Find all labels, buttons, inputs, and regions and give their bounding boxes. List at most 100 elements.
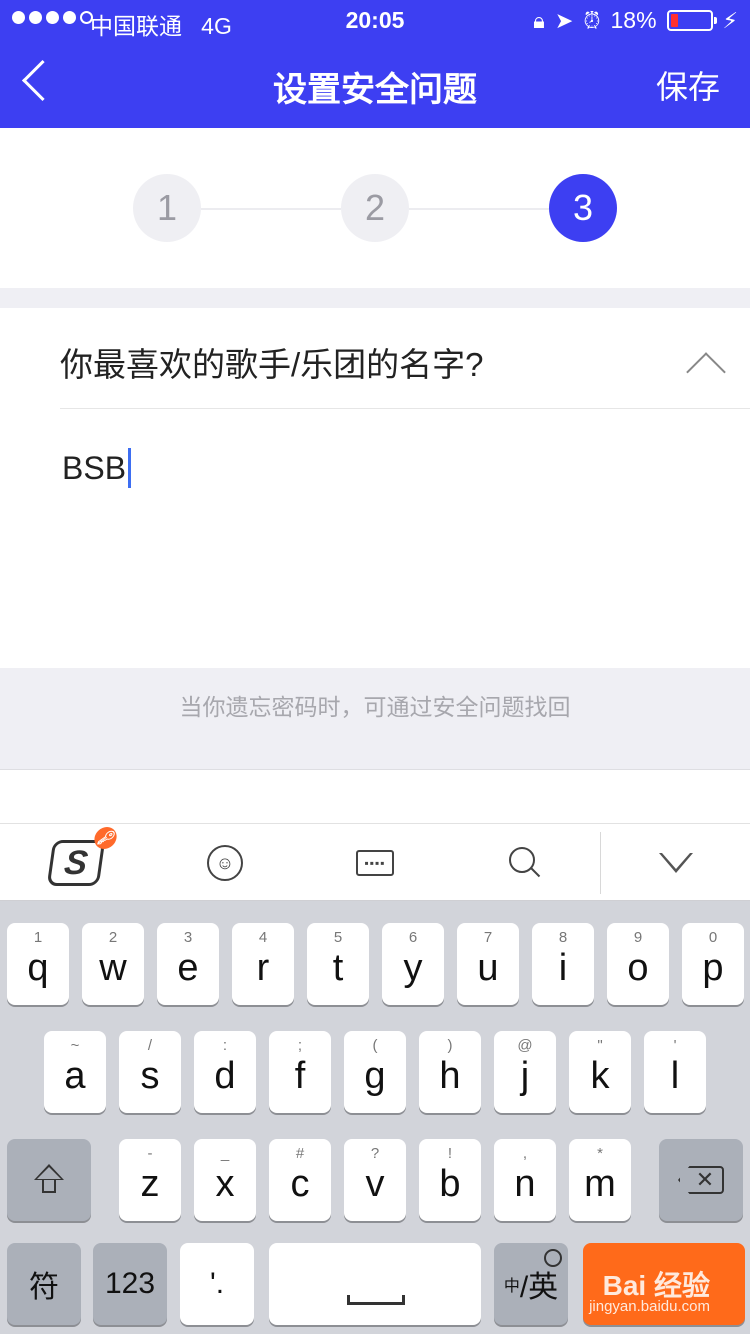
key-v[interactable]: ? v	[344, 1139, 406, 1221]
key-secondary-label: 7	[483, 929, 493, 946]
key-label: y	[403, 947, 423, 989]
key-o[interactable]: 9o	[607, 923, 669, 1005]
key-c[interactable]: # c	[269, 1139, 331, 1221]
step-connector	[409, 208, 549, 210]
key-b[interactable]: ! b	[419, 1139, 481, 1221]
key-secondary-label: 9	[633, 929, 643, 946]
enter-key[interactable]	[583, 1243, 745, 1325]
save-button[interactable]: 保存	[656, 62, 720, 108]
key-label: t	[332, 947, 344, 989]
battery-percent: 18%	[610, 7, 657, 33]
key-secondary-label: ~	[70, 1037, 80, 1054]
chevron-up-icon[interactable]	[686, 350, 722, 374]
keyboard-toolbar: S 🔑︎ ☺︎ ▪▪▪▪	[0, 823, 750, 901]
key-label: r	[256, 947, 270, 989]
security-question-card: 你最喜欢的歌手/乐团的名字? BSB	[0, 308, 750, 668]
keyboard-icon[interactable]: ▪▪▪▪	[345, 834, 405, 892]
key-secondary-label: @	[517, 1037, 533, 1054]
key-label: n	[514, 1163, 536, 1205]
key-label: g	[364, 1055, 386, 1097]
keyboard: 1 q 2 w 3 e 4 r 5 t 6 y 7 u 8 i 9 o 0 p ~ a / s: d; f(g) h @ j " k ' l - z…	[0, 901, 750, 1334]
key-l[interactable]: ' l	[644, 1031, 706, 1113]
key-n[interactable]: ,n	[494, 1139, 556, 1221]
key-label: m	[584, 1163, 616, 1205]
key-secondary-label: (	[372, 1037, 378, 1054]
key-q[interactable]: 1q	[7, 923, 69, 1005]
key-x[interactable]: _ x	[194, 1139, 256, 1221]
collapse-keyboard-icon[interactable]	[646, 834, 706, 892]
text-cursor	[128, 448, 132, 488]
step-3: 3	[549, 174, 617, 242]
symbols-key[interactable]: 符	[7, 1243, 81, 1325]
battery-icon	[666, 10, 717, 31]
key-u[interactable]: 7u	[457, 923, 519, 1005]
status-bar: 中国联通 4G 20:05 🔒︎ ➤ ⏰︎ 18% ⚡︎	[0, 0, 750, 40]
key-label: x	[215, 1163, 235, 1205]
shift-arrow-icon	[32, 1164, 66, 1196]
key-label: b	[439, 1163, 461, 1205]
punctuation-key[interactable]: '.	[180, 1243, 254, 1325]
hint-section: 当你遗忘密码时，可通过安全问题找回	[0, 668, 750, 770]
key-label-zh: 中	[503, 1278, 520, 1295]
key-y[interactable]: 6y	[382, 923, 444, 1005]
key-t[interactable]: 5t	[307, 923, 369, 1005]
key-label: z	[140, 1163, 160, 1205]
key-label: '.	[209, 1267, 225, 1300]
key-secondary-label: )	[447, 1037, 453, 1054]
space-key[interactable]	[269, 1243, 481, 1325]
sogou-logo-icon[interactable]: S 🔑︎	[46, 827, 119, 892]
question-selector[interactable]: 你最喜欢的歌手/乐团的名字?	[60, 338, 484, 386]
key-label-en: /英	[519, 1271, 559, 1304]
key-w[interactable]: 2w	[82, 923, 144, 1005]
numbers-key[interactable]: 123	[93, 1243, 167, 1325]
hint-text: 当你遗忘密码时，可通过安全问题找回	[179, 694, 571, 720]
backspace-key[interactable]: ✕	[659, 1139, 743, 1221]
key-p[interactable]: 0p	[682, 923, 744, 1005]
key-label: p	[702, 947, 724, 989]
key-label: c	[290, 1163, 310, 1205]
key-d[interactable]: :d	[194, 1031, 256, 1113]
key-j[interactable]: @ j	[494, 1031, 556, 1113]
key-label: v	[365, 1163, 385, 1205]
key-badge-icon: 🔑︎	[92, 827, 119, 849]
key-i[interactable]: 8i	[532, 923, 594, 1005]
key-label: 123	[104, 1267, 156, 1300]
backspace-icon: ✕	[678, 1166, 724, 1194]
key-secondary-label: 6	[408, 929, 418, 946]
shift-key[interactable]	[7, 1139, 91, 1221]
step-2: 2	[341, 174, 409, 242]
key-label: l	[670, 1055, 680, 1097]
key-label: q	[27, 947, 49, 989]
key-secondary-label: !	[447, 1145, 453, 1162]
top-bar: 中国联通 4G 20:05 🔒︎ ➤ ⏰︎ 18% ⚡︎ 设置安全问题 保存	[0, 0, 750, 128]
key-label: f	[294, 1055, 306, 1097]
key-k[interactable]: " k	[569, 1031, 631, 1113]
key-label: u	[477, 947, 499, 989]
key-r[interactable]: 4r	[232, 923, 294, 1005]
key-f[interactable]: ; f	[269, 1031, 331, 1113]
search-icon[interactable]	[495, 834, 555, 892]
key-label: d	[214, 1055, 236, 1097]
key-s[interactable]: / s	[119, 1031, 181, 1113]
key-h[interactable]: ) h	[419, 1031, 481, 1113]
key-label: i	[558, 947, 568, 989]
answer-input[interactable]: BSB	[62, 448, 132, 488]
space-bar-icon	[347, 1295, 405, 1305]
key-secondary-label: 3	[183, 929, 193, 946]
emoji-icon[interactable]: ☺︎	[195, 834, 255, 892]
key-z[interactable]: -z	[119, 1139, 181, 1221]
key-secondary-label: 4	[258, 929, 268, 946]
page-title: 设置安全问题	[273, 71, 477, 109]
language-switch-key[interactable]: 中/英	[494, 1243, 568, 1325]
section-divider	[0, 288, 750, 308]
key-secondary-label: 1	[33, 929, 43, 946]
key-secondary-label: _	[220, 1145, 230, 1162]
key-g[interactable]: (g	[344, 1031, 406, 1113]
key-e[interactable]: 3e	[157, 923, 219, 1005]
key-secondary-label: :	[222, 1037, 228, 1054]
key-m[interactable]: * m	[569, 1139, 631, 1221]
globe-icon	[544, 1249, 562, 1267]
key-secondary-label: ?	[370, 1145, 380, 1162]
key-label: e	[177, 947, 199, 989]
key-a[interactable]: ~ a	[44, 1031, 106, 1113]
